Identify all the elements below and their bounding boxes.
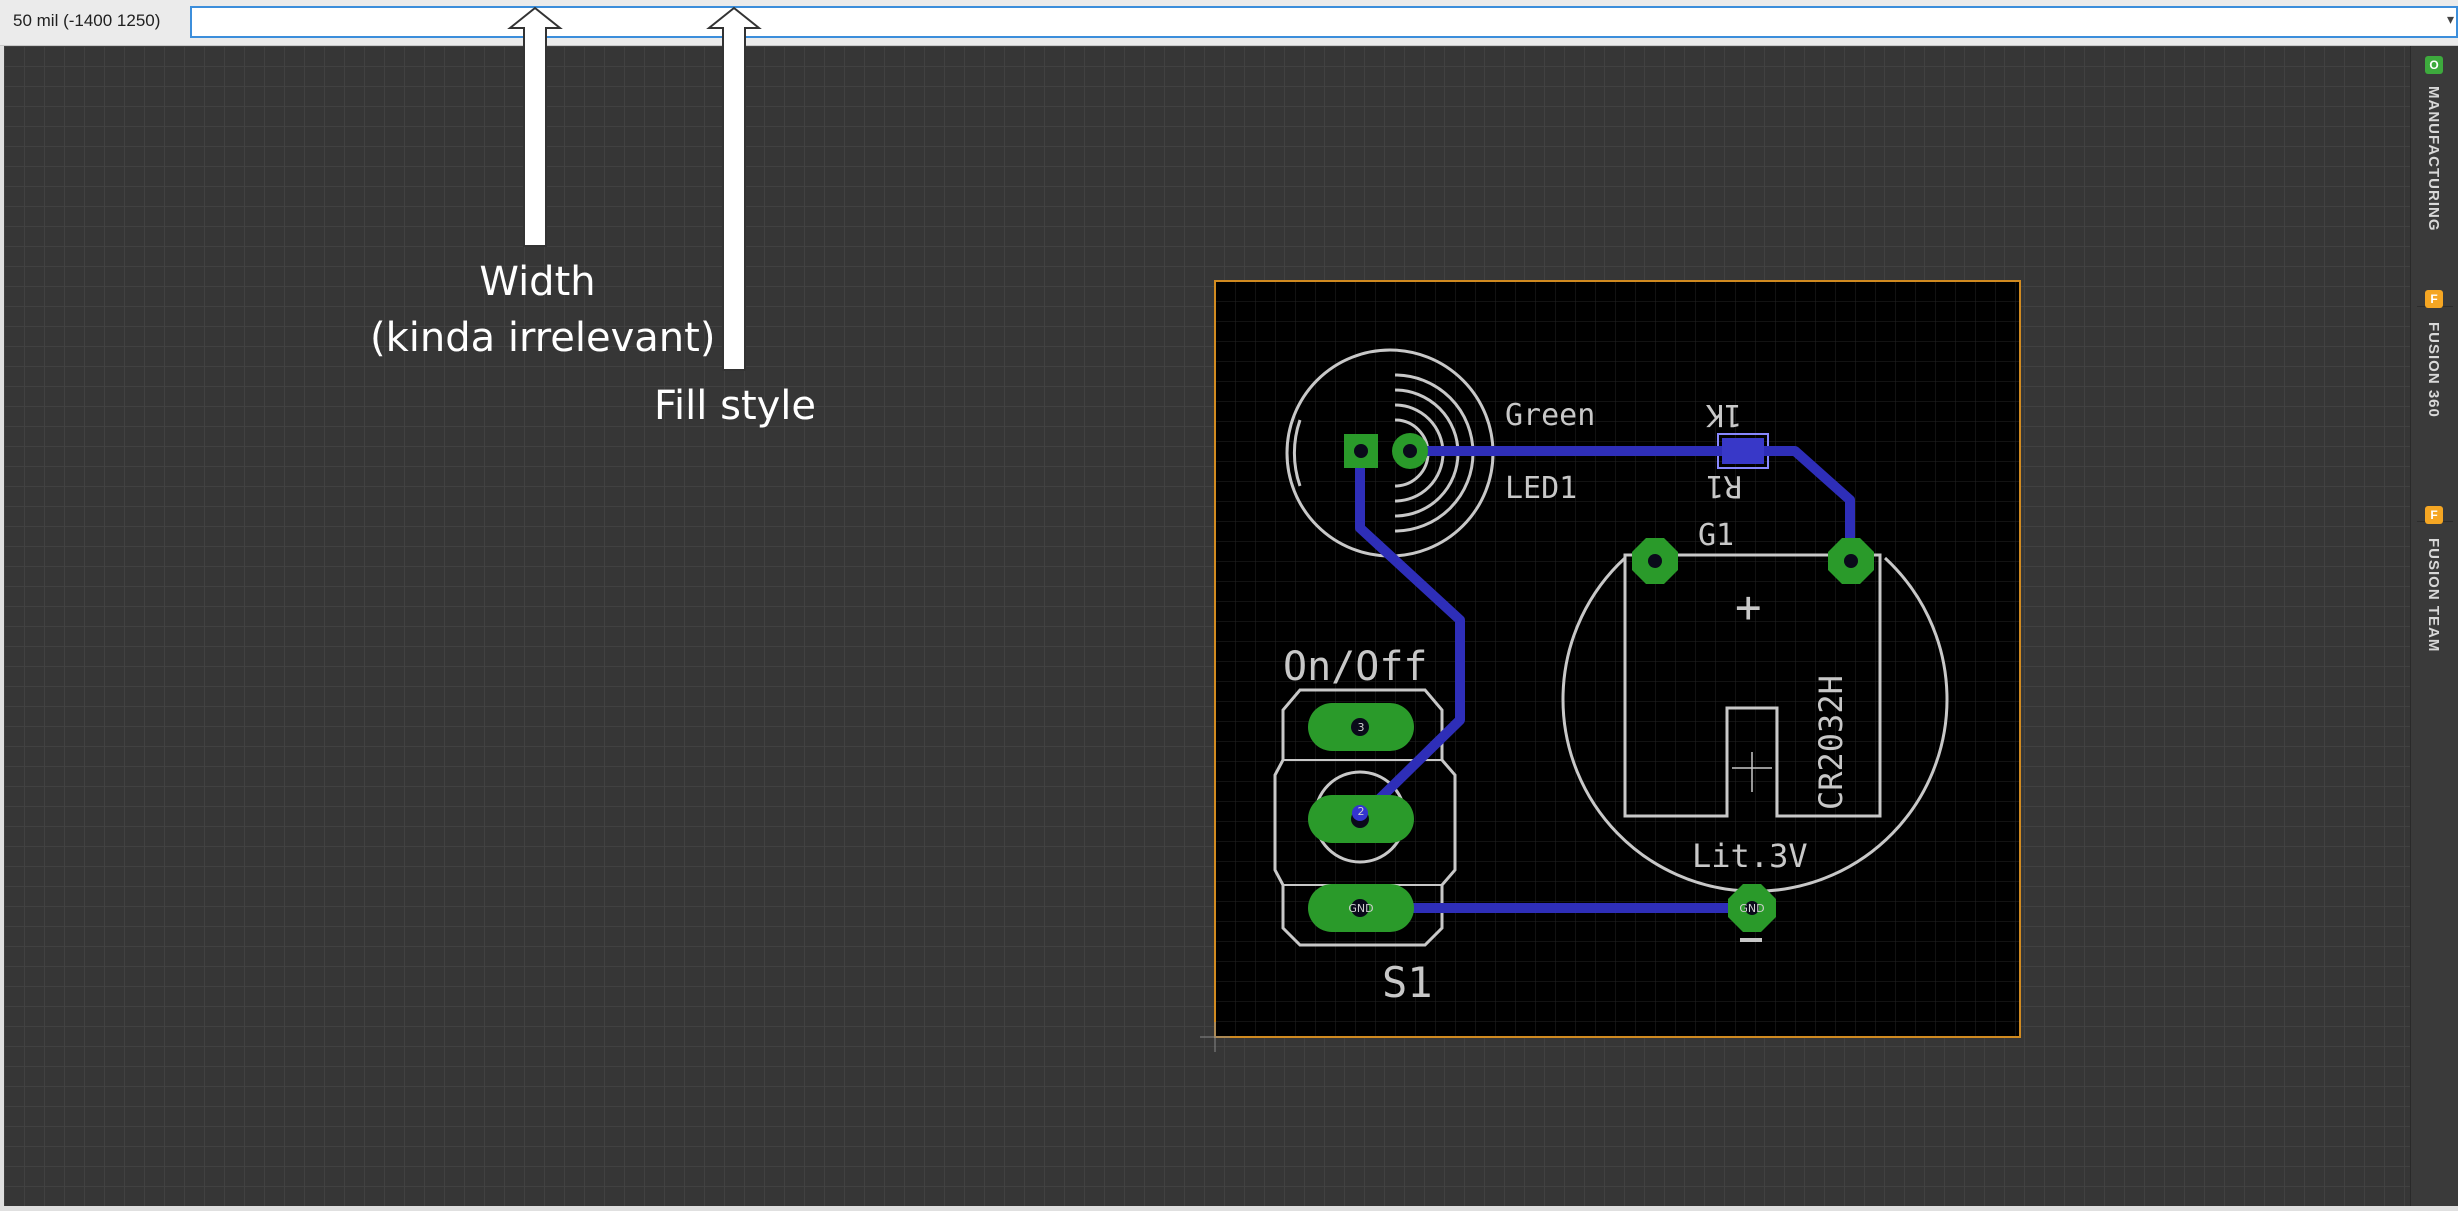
tab-manufacturing[interactable]: O MANUFACTURING <box>2411 56 2458 296</box>
window-bottom-border <box>0 1206 2458 1211</box>
battery-type-label: CR2032H <box>1812 675 1850 810</box>
led-color-label: Green <box>1505 398 1595 433</box>
tab-fusion-team[interactable]: F FUSION TEAM <box>2411 506 2458 726</box>
width-arrow <box>507 6 563 247</box>
fill-style-annotation: Fill style <box>653 383 817 429</box>
battery-voltage-label: Lit.3V <box>1692 837 1808 875</box>
width-annotation: Width (kinda irrelevant) <box>370 254 716 366</box>
battery-gnd-label: GND <box>1739 902 1764 915</box>
tab-fusion-360-label: FUSION 360 <box>2425 322 2442 418</box>
resistor-value-label: 1K <box>1706 397 1742 432</box>
switch-pin2-label: 2 <box>1358 805 1365 818</box>
width-annotation-note: (kinda irrelevant) <box>370 315 716 361</box>
resistor-r1-pad-body[interactable] <box>1722 438 1764 464</box>
side-panel: O MANUFACTURING F FUSION 360 F FUSION TE… <box>2410 46 2458 1206</box>
width-annotation-title: Width <box>479 259 596 305</box>
fill-style-arrow <box>706 6 762 371</box>
switch-onoff-label: On/Off <box>1283 644 1428 690</box>
fusion360-icon: F <box>2425 290 2443 308</box>
g1-label: G1 <box>1698 518 1734 553</box>
battery-plus-label: + <box>1735 582 1762 633</box>
manufacturing-icon: O <box>2425 56 2443 74</box>
tab-fusion-team-label: FUSION TEAM <box>2425 538 2442 653</box>
tab-manufacturing-label: MANUFACTURING <box>2425 86 2442 232</box>
switch-gnd-label: GND <box>1348 902 1373 915</box>
led1-label: LED1 <box>1505 471 1577 506</box>
pcb-canvas[interactable]: Green LED1 1K R1 G1 On/Off CR2032H Lit.3… <box>0 0 2458 1211</box>
resistor-name-label: R1 <box>1706 468 1742 503</box>
fusion-team-icon: F <box>2425 506 2443 524</box>
switch-s1-label: S1 <box>1382 958 1433 1007</box>
switch-pin3-label: 3 <box>1358 721 1365 734</box>
tab-fusion-360[interactable]: F FUSION 360 <box>2411 290 2458 490</box>
